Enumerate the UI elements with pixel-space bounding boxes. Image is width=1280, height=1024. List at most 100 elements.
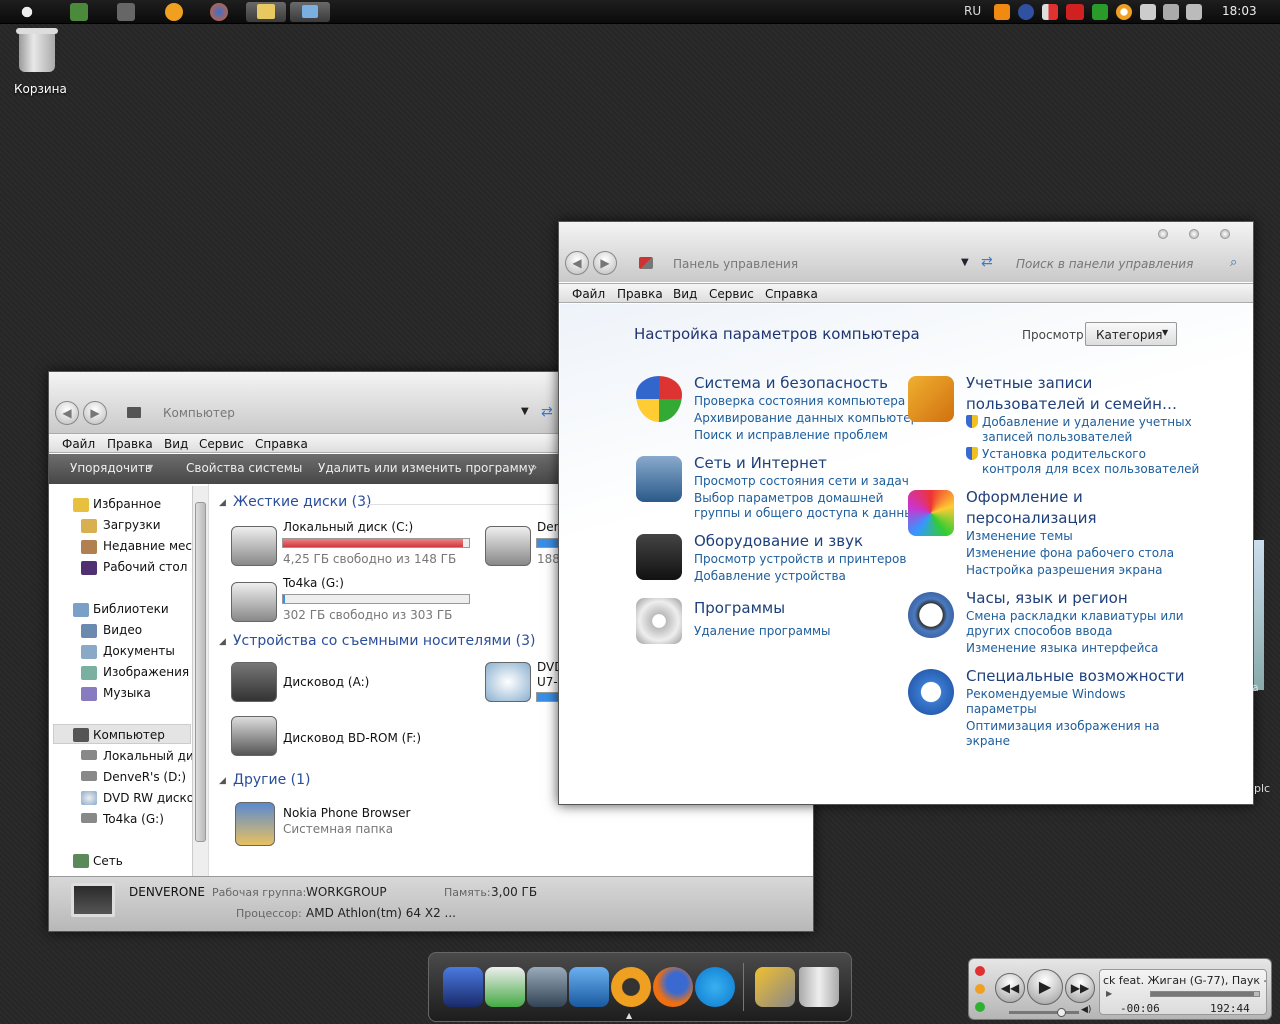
link-uninstall[interactable]: Удаление программы: [694, 624, 831, 638]
sidebar-item-computer[interactable]: Компьютер: [93, 728, 165, 742]
category-appearance[interactable]: Оформление и: [966, 488, 1083, 506]
control-panel-titlebar[interactable]: [559, 222, 1253, 282]
menu-view[interactable]: Вид: [673, 287, 697, 301]
address-dropdown-icon[interactable]: ▼: [521, 406, 529, 417]
menu-edit[interactable]: Правка: [107, 437, 153, 451]
seek-bar[interactable]: [1150, 991, 1260, 997]
system-properties-button[interactable]: Свойства системы: [186, 461, 302, 475]
drive-a-name[interactable]: Дисковод (A:): [283, 675, 369, 689]
refresh-icon[interactable]: ⇄: [541, 404, 553, 420]
link-recommended-settings-2[interactable]: параметры: [966, 702, 1037, 716]
sidebar-item-libraries[interactable]: Библиотеки: [93, 602, 169, 616]
category-user-accounts[interactable]: Учетные записи: [966, 374, 1092, 392]
link-display-language[interactable]: Изменение языка интерфейса: [966, 641, 1158, 655]
sidebar-item-favorites[interactable]: Избранное: [93, 497, 161, 511]
address-bar[interactable]: Компьютер: [163, 406, 235, 420]
group-hard-drives[interactable]: Жесткие диски (3): [233, 494, 371, 510]
search-input[interactable]: Поиск в панели управления: [1016, 257, 1193, 271]
menu-file[interactable]: Файл: [572, 287, 605, 301]
next-button[interactable]: ▶▶: [1065, 973, 1095, 1003]
link-homegroup[interactable]: Выбор параметров домашней: [694, 491, 883, 505]
recycle-bin-shortcut[interactable]: Корзина: [14, 28, 67, 96]
firefox-icon[interactable]: [210, 3, 228, 21]
link-parental-control[interactable]: Установка родительского: [982, 447, 1146, 461]
player-minimize-button[interactable]: [975, 984, 985, 994]
link-screen-resolution[interactable]: Настройка разрешения экрана: [966, 563, 1163, 577]
book-icon[interactable]: [569, 967, 609, 1007]
aimp-icon[interactable]: [611, 967, 651, 1007]
link-optimize-display-2[interactable]: экране: [966, 734, 1010, 748]
category-accessibility[interactable]: Специальные возможности: [966, 667, 1184, 685]
speaker-tray-icon[interactable]: [1186, 4, 1202, 20]
link-add-device[interactable]: Добавление устройства: [694, 569, 846, 583]
volume-tray-icon[interactable]: [1042, 4, 1058, 20]
view-select[interactable]: Категория ▼: [1085, 322, 1177, 346]
link-troubleshoot[interactable]: Поиск и исправление проблем: [694, 428, 888, 442]
category-hardware-sound[interactable]: Оборудование и звук: [694, 532, 863, 550]
apple-icon[interactable]: [18, 3, 36, 21]
control-panel-icon[interactable]: [290, 2, 330, 22]
menu-edit[interactable]: Правка: [617, 287, 663, 301]
tools-icon[interactable]: [755, 967, 795, 1007]
volume-icon[interactable]: ◀): [1081, 1005, 1091, 1015]
close-button[interactable]: [1220, 229, 1230, 239]
network-tray-icon[interactable]: [1163, 4, 1179, 20]
more-toolbar-button[interactable]: »: [530, 460, 537, 474]
partial-desktop-icon[interactable]: [1254, 540, 1264, 690]
link-add-remove-accounts-2[interactable]: записей пользователей: [982, 430, 1132, 444]
link-add-remove-accounts[interactable]: Добавление и удаление учетных: [982, 415, 1192, 429]
forward-button[interactable]: ▶: [83, 401, 107, 425]
forward-button[interactable]: ▶: [593, 251, 617, 275]
ring-tray-icon[interactable]: [1116, 4, 1132, 20]
torrent-tray-icon[interactable]: [1092, 4, 1108, 20]
network-icon[interactable]: [70, 3, 88, 21]
sidebar-scrollbar[interactable]: [192, 486, 208, 876]
search-icon[interactable]: ⌕: [1230, 255, 1237, 270]
link-network-status[interactable]: Просмотр состояния сети и задач: [694, 474, 909, 488]
sidebar-item-documents[interactable]: Документы: [103, 644, 175, 658]
menu-service[interactable]: Сервис: [709, 287, 754, 301]
sidebar-item-video[interactable]: Видео: [103, 623, 142, 637]
scrollbar-thumb[interactable]: [195, 502, 206, 842]
clock[interactable]: 18:03: [1222, 4, 1257, 18]
nokia-browser-name[interactable]: Nokia Phone Browser: [283, 806, 410, 820]
phone-icon[interactable]: [485, 967, 525, 1007]
link-homegroup-2[interactable]: группы и общего доступа к данным: [694, 506, 923, 520]
uninstall-program-button[interactable]: Удалить или изменить программу: [318, 461, 535, 475]
link-backup[interactable]: Архивирование данных компьютера: [694, 411, 926, 425]
trash-icon[interactable]: [799, 967, 839, 1007]
firefox-icon[interactable]: [653, 967, 693, 1007]
link-optimize-display[interactable]: Оптимизация изображения на: [966, 719, 1160, 733]
aimp-icon[interactable]: [165, 3, 183, 21]
play-tray-icon[interactable]: [994, 4, 1010, 20]
menu-help[interactable]: Справка: [255, 437, 308, 451]
sidebar-item-pictures[interactable]: Изображения: [103, 665, 189, 679]
category-system-security[interactable]: Система и безопасность: [694, 374, 888, 392]
group-other[interactable]: Другие (1): [233, 772, 310, 788]
volume-slider[interactable]: [1009, 1008, 1079, 1017]
sidebar-item-downloads[interactable]: Загрузки: [103, 518, 161, 532]
laptop-icon[interactable]: [527, 967, 567, 1007]
play-small-icon[interactable]: ▶: [1106, 989, 1112, 998]
menu-view[interactable]: Вид: [164, 437, 188, 451]
category-programs[interactable]: Программы: [694, 599, 785, 617]
back-button[interactable]: ◀: [55, 401, 79, 425]
menu-file[interactable]: Файл: [62, 437, 95, 451]
link-keyboard-layout-2[interactable]: других способов ввода: [966, 624, 1113, 638]
organize-button[interactable]: Упорядочить: [70, 461, 152, 475]
sidebar-item-drive-g[interactable]: To4ka (G:): [103, 812, 164, 826]
clapper-icon[interactable]: [117, 3, 135, 21]
drive-g-name[interactable]: To4ka (G:): [283, 576, 344, 590]
language-indicator[interactable]: RU: [964, 4, 981, 18]
drive-f-name[interactable]: Дисковод BD-ROM (F:): [283, 731, 421, 745]
link-recommended-settings[interactable]: Рекомендуемые Windows: [966, 687, 1126, 701]
refresh-icon[interactable]: ⇄: [981, 254, 993, 270]
flash-tray-icon[interactable]: [1018, 4, 1034, 20]
category-user-accounts-2[interactable]: пользователей и семейн…: [966, 395, 1177, 413]
sidebar-item-drive-d[interactable]: DenveR's (D:): [103, 770, 186, 784]
safely-remove-icon[interactable]: [1140, 4, 1156, 20]
play-button[interactable]: ▶: [1027, 969, 1063, 1005]
joystick-icon[interactable]: [443, 967, 483, 1007]
link-keyboard-layout[interactable]: Смена раскладки клавиатуры или: [966, 609, 1184, 623]
address-bar[interactable]: Панель управления: [673, 257, 798, 271]
